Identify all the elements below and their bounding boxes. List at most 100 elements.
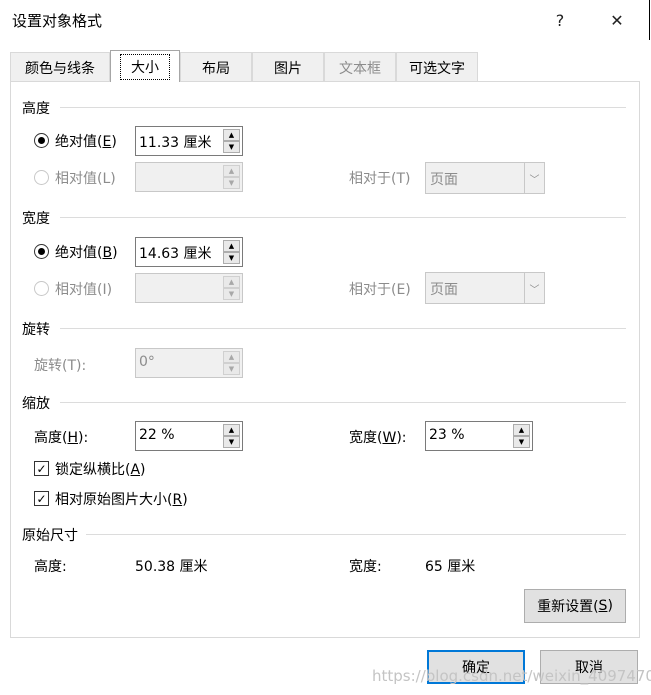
radio-dot bbox=[38, 248, 45, 255]
format-object-dialog: 设置对象格式 ? ✕ 颜色与线条 大小 布局 图片 文本框 可选文字 高度 绝对… bbox=[0, 0, 651, 695]
original-height-label: 高度: bbox=[34, 559, 67, 575]
access-key: B bbox=[102, 245, 113, 261]
access-key: A bbox=[130, 462, 141, 478]
tab-size[interactable]: 大小 bbox=[110, 50, 180, 82]
checkmark-icon: ✓ bbox=[36, 491, 47, 506]
spin-down-icon[interactable]: ▼ bbox=[223, 436, 240, 448]
spinner-value: 0° bbox=[139, 354, 155, 370]
height-absolute-radio[interactable] bbox=[34, 133, 49, 148]
width-relative-to-label: 相对于(E) bbox=[349, 282, 411, 298]
tab-alt-text[interactable]: 可选文字 bbox=[396, 52, 478, 82]
width-absolute-radio[interactable] bbox=[34, 244, 49, 259]
width-absolute-spinner[interactable]: 14.63 厘米 ▲ ▼ bbox=[135, 237, 243, 267]
scale-width-label: 宽度(W): bbox=[349, 430, 407, 446]
spin-down-icon: ▼ bbox=[223, 288, 240, 300]
height-relative-spinner: ▲ ▼ bbox=[135, 162, 243, 192]
label-text: 锁定纵横比( bbox=[55, 462, 131, 478]
tab-text-box: 文本框 bbox=[324, 52, 396, 82]
access-key: R bbox=[172, 492, 183, 508]
chevron-down-icon: ﹀ bbox=[524, 163, 544, 193]
select-value: 页面 bbox=[430, 282, 458, 298]
original-width-value: 65 厘米 bbox=[425, 559, 476, 575]
width-relative-to-select: 页面 ﹀ bbox=[425, 272, 545, 304]
label-text: 宽度( bbox=[349, 430, 383, 446]
width-relative-label: 相对值(I) bbox=[55, 282, 113, 298]
watermark-text: https://blog.csdn.net/weixin_40974704 bbox=[372, 667, 651, 685]
relative-original-size-label[interactable]: 相对原始图片大小(R) bbox=[55, 489, 188, 509]
rotation-label: 旋转(T): bbox=[34, 358, 87, 374]
spin-up-icon[interactable]: ▲ bbox=[223, 424, 240, 436]
tab-label: 布局 bbox=[202, 60, 230, 77]
window-edge bbox=[649, 0, 650, 40]
relative-original-size-checkbox[interactable]: ✓ bbox=[34, 491, 49, 506]
width-relative-radio bbox=[34, 281, 49, 296]
spin-down-icon[interactable]: ▼ bbox=[223, 141, 240, 153]
height-relative-to-select: 页面 ﹀ bbox=[425, 162, 545, 194]
width-relative-spinner: ▲ ▼ bbox=[135, 273, 243, 303]
spin-up-icon[interactable]: ▲ bbox=[513, 424, 530, 436]
section-divider bbox=[60, 328, 626, 329]
width-absolute-label[interactable]: 绝对值(B) bbox=[55, 242, 118, 262]
scale-height-spinner[interactable]: 22 % ▲ ▼ bbox=[135, 421, 243, 451]
tab-label: 大小 bbox=[120, 53, 170, 80]
size-tab-panel bbox=[10, 81, 640, 638]
close-icon[interactable]: ✕ bbox=[602, 6, 632, 34]
spinner-value: 22 % bbox=[139, 427, 175, 443]
select-value: 页面 bbox=[430, 172, 458, 188]
reset-button[interactable]: 重新设置(S) bbox=[524, 589, 626, 623]
height-relative-to-label: 相对于(T) bbox=[349, 171, 411, 187]
height-relative-radio bbox=[34, 170, 49, 185]
radio-dot bbox=[38, 137, 45, 144]
spin-down-icon[interactable]: ▼ bbox=[223, 252, 240, 264]
tab-label: 颜色与线条 bbox=[25, 60, 95, 77]
access-key: S bbox=[598, 598, 608, 614]
help-icon[interactable]: ? bbox=[545, 6, 575, 34]
chevron-down-icon: ﹀ bbox=[524, 273, 544, 303]
button-label: 重新设置( bbox=[537, 599, 599, 615]
width-section-title: 宽度 bbox=[22, 211, 50, 227]
rotation-spinner: 0° ▲ ▼ bbox=[135, 348, 243, 378]
height-absolute-label[interactable]: 绝对值(E) bbox=[55, 131, 117, 151]
height-section-title: 高度 bbox=[22, 101, 50, 117]
tab-label: 可选文字 bbox=[409, 60, 465, 77]
height-absolute-spinner[interactable]: 11.33 厘米 ▲ ▼ bbox=[135, 126, 243, 156]
height-relative-label: 相对值(L) bbox=[55, 171, 116, 187]
tab-label: 图片 bbox=[274, 60, 302, 77]
original-size-section-title: 原始尺寸 bbox=[22, 528, 78, 544]
access-key: W bbox=[382, 430, 397, 446]
tab-colors-lines[interactable]: 颜色与线条 bbox=[10, 52, 110, 82]
spin-up-icon: ▲ bbox=[223, 165, 240, 177]
tab-picture[interactable]: 图片 bbox=[252, 52, 324, 82]
original-height-value: 50.38 厘米 bbox=[135, 559, 208, 575]
spinner-value: 14.63 厘米 bbox=[139, 246, 212, 262]
spin-up-icon[interactable]: ▲ bbox=[223, 240, 240, 252]
label-text: 绝对值( bbox=[55, 245, 103, 261]
label-text: 相对原始图片大小( bbox=[55, 492, 173, 508]
spinner-value: 23 % bbox=[429, 427, 465, 443]
spin-up-icon[interactable]: ▲ bbox=[223, 129, 240, 141]
spin-up-icon: ▲ bbox=[223, 351, 240, 363]
spin-down-icon: ▼ bbox=[223, 363, 240, 375]
checkmark-icon: ✓ bbox=[36, 461, 47, 476]
section-divider bbox=[86, 534, 626, 535]
original-width-label: 宽度: bbox=[349, 559, 382, 575]
tab-label: 文本框 bbox=[339, 60, 381, 77]
section-divider bbox=[60, 217, 626, 218]
dialog-title: 设置对象格式 bbox=[12, 12, 103, 30]
rotation-section-title: 旋转 bbox=[22, 322, 50, 338]
section-divider bbox=[60, 402, 626, 403]
access-key: E bbox=[102, 134, 112, 150]
label-text: 高度( bbox=[34, 430, 68, 446]
lock-aspect-ratio-label[interactable]: 锁定纵横比(A) bbox=[55, 459, 146, 479]
spin-up-icon: ▲ bbox=[223, 276, 240, 288]
scale-section-title: 缩放 bbox=[22, 396, 50, 412]
tab-layout[interactable]: 布局 bbox=[180, 52, 252, 82]
spinner-value: 11.33 厘米 bbox=[139, 135, 212, 151]
spin-down-icon: ▼ bbox=[223, 177, 240, 189]
scale-height-label: 高度(H): bbox=[34, 430, 89, 446]
lock-aspect-ratio-checkbox[interactable]: ✓ bbox=[34, 461, 49, 476]
scale-width-spinner[interactable]: 23 % ▲ ▼ bbox=[425, 421, 533, 451]
spin-down-icon[interactable]: ▼ bbox=[513, 436, 530, 448]
access-key: H bbox=[67, 430, 78, 446]
label-text: 绝对值( bbox=[55, 134, 103, 150]
